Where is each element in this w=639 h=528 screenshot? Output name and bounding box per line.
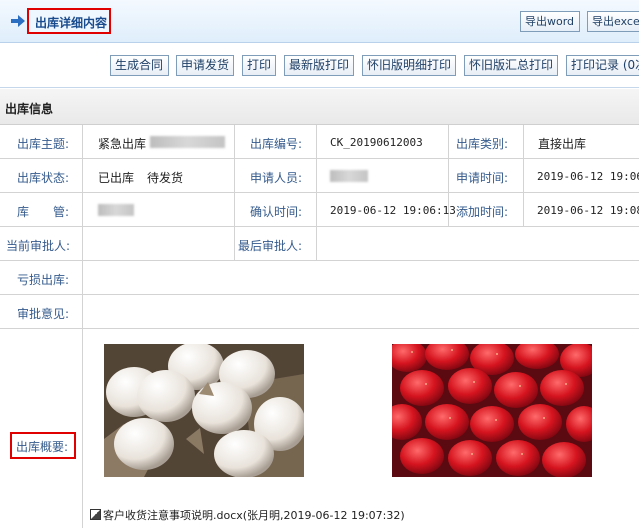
redacted-keeper bbox=[98, 204, 134, 216]
shipping-status-value: 待发货 bbox=[147, 171, 184, 185]
loss-label: 亏损出库: bbox=[17, 273, 70, 287]
table-row: 库 管: 确认时间: 2019-06-12 19:06:13 添加时间: 201… bbox=[0, 193, 639, 227]
last-approver-label: 最后审批人: bbox=[238, 239, 303, 253]
generate-contract-button[interactable]: 生成合同 bbox=[110, 55, 169, 76]
eggs-photo[interactable] bbox=[104, 344, 304, 477]
redacted-applicant bbox=[330, 170, 368, 182]
latest-print-button[interactable]: 最新版打印 bbox=[284, 55, 354, 76]
subject-value: 紧急出库 bbox=[98, 137, 147, 151]
section-title: 出库信息 bbox=[5, 102, 54, 116]
attachment-link[interactable]: 客户收货注意事项说明.docx(张月明,2019-06-12 19:07:32) bbox=[90, 507, 405, 523]
confirm-time-label: 确认时间: bbox=[250, 205, 303, 219]
current-approver-label: 当前审批人: bbox=[6, 239, 71, 253]
applicant-label: 申请人员: bbox=[250, 171, 303, 185]
legacy-detail-print-button[interactable]: 怀旧版明细打印 bbox=[362, 55, 456, 76]
strawberries-photo[interactable] bbox=[392, 344, 592, 477]
apply-time-label: 申请时间: bbox=[456, 171, 509, 185]
table-row: 亏损出库: bbox=[0, 261, 639, 295]
status-value: 已出库 bbox=[98, 171, 135, 185]
page-title-highlight: 出库详细内容 bbox=[27, 8, 111, 34]
opinion-label: 审批意见: bbox=[17, 307, 70, 321]
page-title: 出库详细内容 bbox=[35, 16, 108, 30]
keeper-label: 库 管: bbox=[17, 205, 70, 219]
arrow-right-icon bbox=[11, 15, 25, 27]
print-records-button[interactable]: 打印记录 (0次 bbox=[566, 55, 639, 76]
table-row: 出库状态: 已出库 待发货 申请人员: 申请时间: 2019-06-12 19:… bbox=[0, 159, 639, 193]
add-time-value: 2019-06-12 19:08: bbox=[537, 204, 639, 217]
confirm-time-value: 2019-06-12 19:06:13 bbox=[330, 204, 456, 217]
type-label: 出库类别: bbox=[456, 137, 509, 151]
attachment-text[interactable]: 客户收货注意事项说明.docx(张月明,2019-06-12 19:07:32) bbox=[103, 509, 405, 522]
number-label: 出库编号: bbox=[250, 137, 303, 151]
add-time-label: 添加时间: bbox=[456, 205, 509, 219]
action-toolbar: 生成合同 申请发货 打印 最新版打印 怀旧版明细打印 怀旧版汇总打印 打印记录 … bbox=[0, 44, 639, 88]
type-value: 直接出库 bbox=[538, 137, 587, 151]
section-header: 出库信息 bbox=[0, 89, 639, 125]
document-icon bbox=[90, 509, 101, 520]
redacted-text bbox=[150, 136, 225, 148]
legacy-summary-print-button[interactable]: 怀旧版汇总打印 bbox=[464, 55, 558, 76]
apply-time-value: 2019-06-12 19:06:1 bbox=[537, 170, 639, 183]
print-button[interactable]: 打印 bbox=[242, 55, 276, 76]
table-row: 出库主题: 紧急出库 出库编号: CK_20190612003 出库类别: 直接… bbox=[0, 125, 639, 159]
status-label: 出库状态: bbox=[17, 171, 70, 185]
number-value: CK_20190612003 bbox=[330, 136, 423, 149]
apply-shipment-button[interactable]: 申请发货 bbox=[176, 55, 234, 76]
subject-label: 出库主题: bbox=[17, 137, 70, 151]
table-row: 当前审批人: 最后审批人: bbox=[0, 227, 639, 261]
page-header: 出库详细内容 导出word 导出exce bbox=[0, 0, 639, 43]
export-word-button[interactable]: 导出word bbox=[520, 11, 580, 32]
export-excel-button[interactable]: 导出exce bbox=[587, 11, 639, 32]
table-row: 审批意见: bbox=[0, 295, 639, 329]
summary-label: 出库概要: bbox=[16, 440, 69, 454]
